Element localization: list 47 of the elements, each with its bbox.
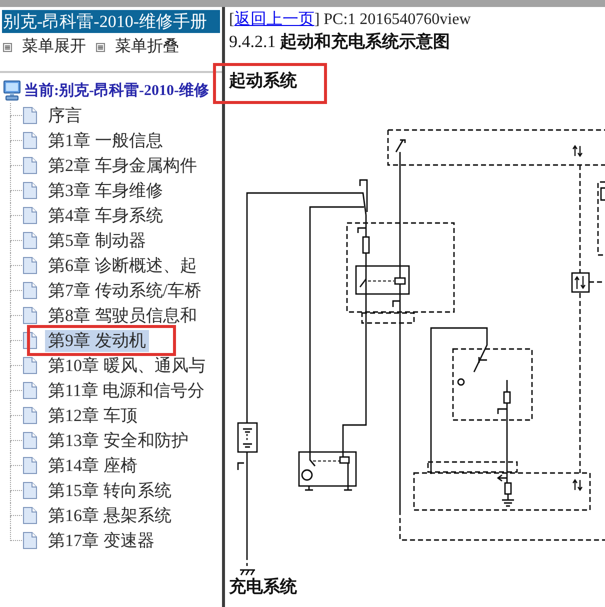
document-icon bbox=[22, 131, 38, 150]
document-icon bbox=[22, 231, 38, 250]
section-heading: 起动系统 bbox=[229, 71, 298, 91]
document-icon bbox=[22, 106, 38, 125]
section-title: 9.4.2.1 起动和充电系统示意图 bbox=[229, 31, 451, 53]
tree-root-label[interactable]: 当前:别克-昂科雷-2010-维修 bbox=[24, 80, 209, 100]
tree-item[interactable]: 第11章 电源和信号分 bbox=[45, 382, 208, 400]
tree-item[interactable]: 序言 bbox=[45, 106, 85, 124]
tree-item[interactable]: 第13章 安全和防护 bbox=[45, 432, 192, 450]
tree-item[interactable]: 第10章 暖风、通风与 bbox=[45, 356, 208, 374]
tree-item[interactable]: 第2章 车身金属构件 bbox=[45, 156, 200, 174]
tree-item[interactable]: 第1章 一般信息 bbox=[45, 132, 166, 150]
document-icon bbox=[22, 356, 38, 375]
tree-item[interactable]: 第5章 制动器 bbox=[45, 232, 149, 250]
nav-line: [返回上一页] PC:1 2016540760view bbox=[229, 10, 472, 30]
document-icon bbox=[22, 531, 38, 550]
document-icon bbox=[22, 381, 38, 400]
menu-link[interactable]: 菜单展开 bbox=[3, 36, 86, 58]
tree-item[interactable]: 第14章 座椅 bbox=[45, 456, 140, 474]
tree-item[interactable]: 第15章 转向系统 bbox=[45, 482, 174, 500]
section-heading: 充电系统 bbox=[229, 577, 298, 597]
list-icon bbox=[96, 42, 105, 52]
tree-item[interactable]: 第6章 诊断概述、起 bbox=[45, 256, 200, 274]
back-link[interactable]: 返回上一页 bbox=[234, 11, 314, 28]
tree-item[interactable]: 第12章 车顶 bbox=[45, 406, 140, 424]
document-icon bbox=[22, 506, 38, 525]
document-icon bbox=[22, 456, 38, 475]
document-icon bbox=[22, 156, 38, 175]
manual-title: 别克-昂科雷-2010-维修手册 bbox=[2, 10, 220, 33]
document-icon bbox=[22, 206, 38, 225]
tree-item[interactable]: 第17章 变速器 bbox=[45, 532, 158, 550]
computer-icon bbox=[3, 80, 21, 101]
tree-item[interactable]: 第16章 悬架系统 bbox=[45, 506, 174, 524]
document-icon bbox=[22, 406, 38, 425]
document-icon bbox=[22, 306, 38, 325]
tree-item[interactable]: 第3章 车身维修 bbox=[45, 182, 166, 200]
menu-link[interactable]: 菜单折叠 bbox=[96, 36, 179, 58]
document-icon bbox=[22, 481, 38, 500]
tree-item[interactable]: 第8章 驾驶员信息和 bbox=[45, 306, 200, 324]
list-icon bbox=[3, 42, 12, 52]
document-icon bbox=[22, 256, 38, 275]
document-icon bbox=[22, 431, 38, 450]
tree-item[interactable]: 第7章 传动系统/车桥 bbox=[45, 282, 204, 300]
tree-item[interactable]: 第4章 车身系统 bbox=[45, 206, 166, 224]
tree-item[interactable]: 第9章 发动机 bbox=[45, 330, 149, 352]
document-icon bbox=[22, 281, 38, 300]
document-icon bbox=[22, 181, 38, 200]
